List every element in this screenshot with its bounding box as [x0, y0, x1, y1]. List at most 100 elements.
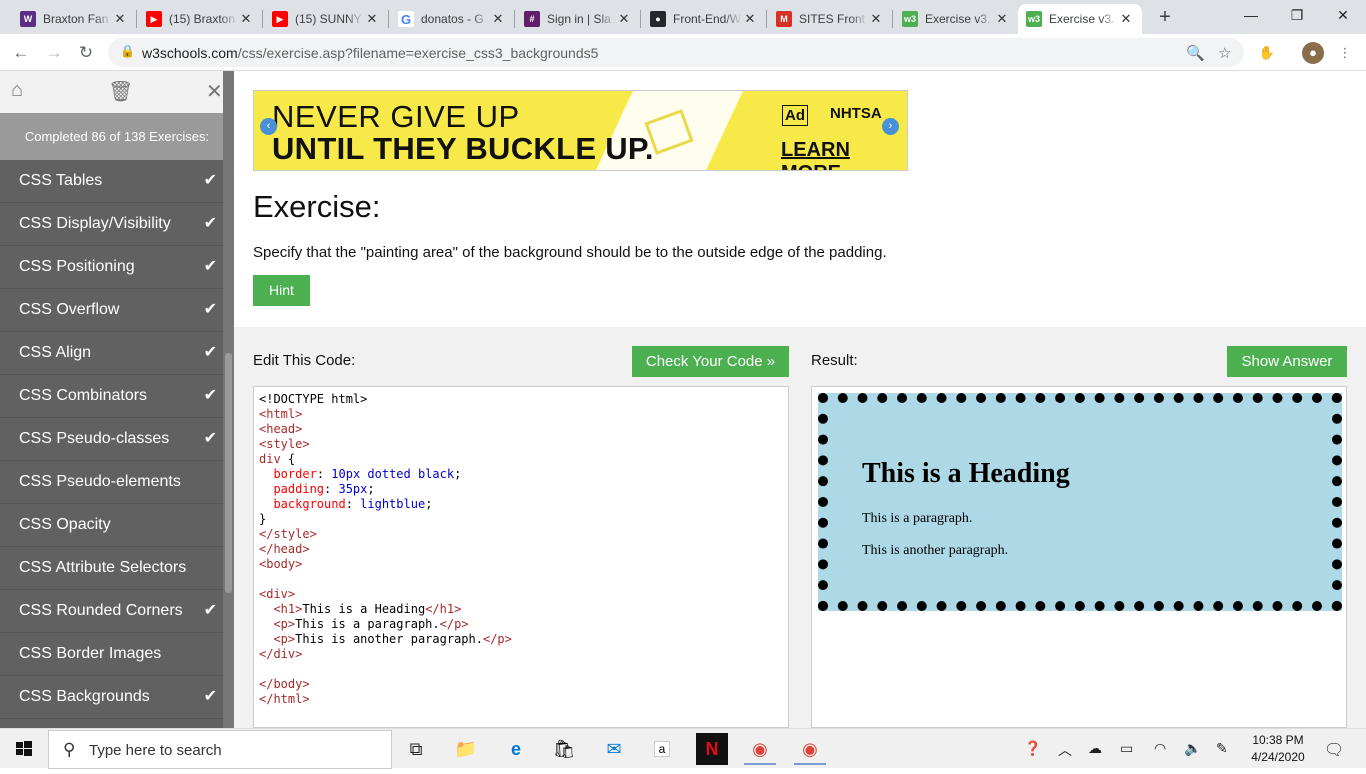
mail-icon[interactable]: ✉	[598, 733, 630, 765]
task-view-icon[interactable]: ⧉	[400, 733, 432, 765]
new-tab-button[interactable]: +	[1152, 5, 1178, 31]
url-host: w3schools.com	[142, 45, 238, 61]
zoom-icon[interactable]: 🔍	[1186, 44, 1205, 62]
tab-close-icon[interactable]: ✕	[238, 11, 254, 27]
sidebar-item[interactable]: CSS Positioning ✔	[0, 246, 223, 289]
nhtsa-logo: NHTSA	[830, 105, 882, 122]
code-editor[interactable]: <!DOCTYPE html> <html> <head> <style> di…	[253, 386, 789, 728]
hint-button[interactable]: Hint	[253, 275, 310, 306]
url-text: w3schools.com/css/exercise.asp?filename=…	[142, 45, 598, 61]
tab-title: SITES Front	[799, 12, 866, 26]
back-icon[interactable]: ←	[7, 39, 35, 67]
check-code-button[interactable]: Check Your Code »	[632, 346, 789, 377]
tab-close-icon[interactable]: ✕	[364, 11, 380, 27]
trash-icon[interactable]: 🗑	[108, 79, 133, 104]
sidebar-item[interactable]: CSS Combinators ✔	[0, 375, 223, 418]
result-paragraph-1: This is a paragraph.	[862, 511, 973, 526]
sidebar-scrollbar-thumb[interactable]	[225, 353, 232, 593]
sidebar-item-label: CSS Pseudo-classes	[19, 430, 170, 447]
tab-close-icon[interactable]: ✕	[490, 11, 506, 27]
sidebar-header: ⌂ 🗑 ✕	[0, 71, 234, 113]
tab-close-icon[interactable]: ✕	[616, 11, 632, 27]
browser-tab[interactable]: ▶ (15) SUNNY ✕	[264, 4, 388, 34]
browser-tab[interactable]: # Sign in | Sla ✕	[516, 4, 640, 34]
windows-start-button[interactable]	[0, 729, 48, 769]
notification-icon[interactable]: 🗨	[1324, 740, 1344, 760]
sidebar-item[interactable]: CSS Border Images	[0, 633, 223, 676]
netflix-icon[interactable]: N	[696, 733, 728, 765]
close-icon[interactable]: ✕	[206, 79, 223, 104]
sidebar-item[interactable]: CSS Pseudo-elements	[0, 461, 223, 504]
chrome-icon[interactable]: ◉	[744, 733, 776, 765]
volume-icon[interactable]: 🔈	[1184, 740, 1201, 757]
onedrive-icon[interactable]: ☁	[1088, 740, 1102, 757]
ad-banner[interactable]: NEVER GIVE UP UNTIL THEY BUCKLE UP. Ad N…	[253, 90, 908, 171]
tab-separator	[388, 10, 389, 28]
close-window-button[interactable]: ✕	[1320, 0, 1366, 30]
browser-tab[interactable]: w3 Exercise v3. ✕	[894, 4, 1018, 34]
sidebar-item-label: CSS Backgrounds	[19, 688, 150, 705]
sidebar-item[interactable]: CSS Backgrounds ✔	[0, 676, 223, 719]
amazon-icon[interactable]: a	[646, 733, 678, 765]
browser-tab[interactable]: w3 Exercise v3. ✕	[1018, 4, 1142, 34]
store-icon[interactable]: 🛍	[548, 733, 580, 765]
tab-title: Exercise v3.	[1049, 12, 1115, 26]
sidebar-item[interactable]: CSS Tables ✔	[0, 160, 223, 203]
show-answer-button[interactable]: Show Answer	[1227, 346, 1347, 377]
sidebar-item[interactable]: CSS Rounded Corners ✔	[0, 590, 223, 633]
tab-separator	[136, 10, 137, 28]
tab-close-icon[interactable]: ✕	[742, 11, 758, 27]
tab-title: Front-End/W	[673, 12, 742, 26]
taskbar-clock[interactable]: 10:38 PM 4/24/2020	[1246, 732, 1310, 766]
sidebar-item[interactable]: CSS Align ✔	[0, 332, 223, 375]
sidebar-item[interactable]: CSS Attribute Selectors	[0, 547, 223, 590]
chevron-left-icon[interactable]: ‹	[260, 118, 277, 135]
edge-icon[interactable]: e	[500, 733, 532, 765]
browser-tab[interactable]: ▶ (15) Braxton ✕	[138, 4, 262, 34]
sidebar-item-label: CSS Positioning	[19, 258, 135, 275]
sidebar-item[interactable]: CSS Overflow ✔	[0, 289, 223, 332]
wifi-icon[interactable]: ◠	[1154, 740, 1166, 757]
home-icon[interactable]: ⌂	[11, 79, 23, 102]
chrome-profile-icon[interactable]: ◉	[794, 733, 826, 765]
tab-close-icon[interactable]: ✕	[868, 11, 884, 27]
browser-tab[interactable]: M SITES Front ✕	[768, 4, 892, 34]
exercise-title: Exercise:	[253, 189, 381, 224]
reload-icon[interactable]: ↻	[72, 39, 100, 67]
battery-icon[interactable]: ▭	[1120, 740, 1133, 757]
sidebar-item-label: CSS Pseudo-elements	[19, 473, 181, 490]
tab-close-icon[interactable]: ✕	[1118, 11, 1134, 27]
menu-dots-icon[interactable]: ⋮	[1334, 42, 1356, 64]
profile-avatar[interactable]: ●	[1302, 42, 1324, 64]
checkmark-icon: ✔	[203, 387, 217, 404]
address-bar[interactable]: 🔒 w3schools.com/css/exercise.asp?filenam…	[108, 38, 1244, 67]
extension-icon[interactable]: ✋	[1256, 42, 1278, 64]
windows-taskbar: ⚲ Type here to search ⧉ 📁 e 🛍 ✉ a N ◉ ◉ …	[0, 728, 1366, 769]
sidebar-item[interactable]: CSS Opacity	[0, 504, 223, 547]
google-icon: G	[398, 11, 414, 27]
tab-close-icon[interactable]: ✕	[112, 11, 128, 27]
bookmark-star-icon[interactable]: ☆	[1218, 44, 1231, 62]
result-label: Result:	[811, 352, 858, 369]
tab-close-icon[interactable]: ✕	[994, 11, 1010, 27]
taskbar-search-box[interactable]: ⚲ Type here to search	[48, 730, 392, 769]
restore-button[interactable]: ❐	[1274, 0, 1320, 30]
sidebar-item[interactable]: CSS Display/Visibility ✔	[0, 203, 223, 246]
sidebar-item-label: CSS Border Images	[19, 645, 162, 662]
help-icon[interactable]: ❓	[1024, 740, 1041, 757]
w3schools-icon: w3	[902, 11, 918, 27]
chevron-right-icon[interactable]: ›	[882, 118, 899, 135]
tab-separator	[766, 10, 767, 28]
browser-tab[interactable]: Gdonatos - G ✕	[390, 4, 514, 34]
learn-more-link[interactable]: LEARN MORE	[781, 139, 907, 170]
pen-icon[interactable]: ✎	[1216, 740, 1228, 757]
checkmark-icon: ✔	[203, 344, 217, 361]
browser-tab[interactable]: ● Front-End/W ✕	[642, 4, 766, 34]
sidebar-item[interactable]: CSS Pseudo-classes ✔	[0, 418, 223, 461]
browser-tab[interactable]: W Braxton Fan ✕	[12, 4, 136, 34]
minimize-button[interactable]: —	[1228, 0, 1274, 30]
forward-icon[interactable]: →	[40, 39, 68, 67]
chevron-up-icon[interactable]: ︿	[1058, 740, 1072, 760]
file-explorer-icon[interactable]: 📁	[450, 733, 482, 765]
checkmark-icon: ✔	[203, 301, 217, 318]
